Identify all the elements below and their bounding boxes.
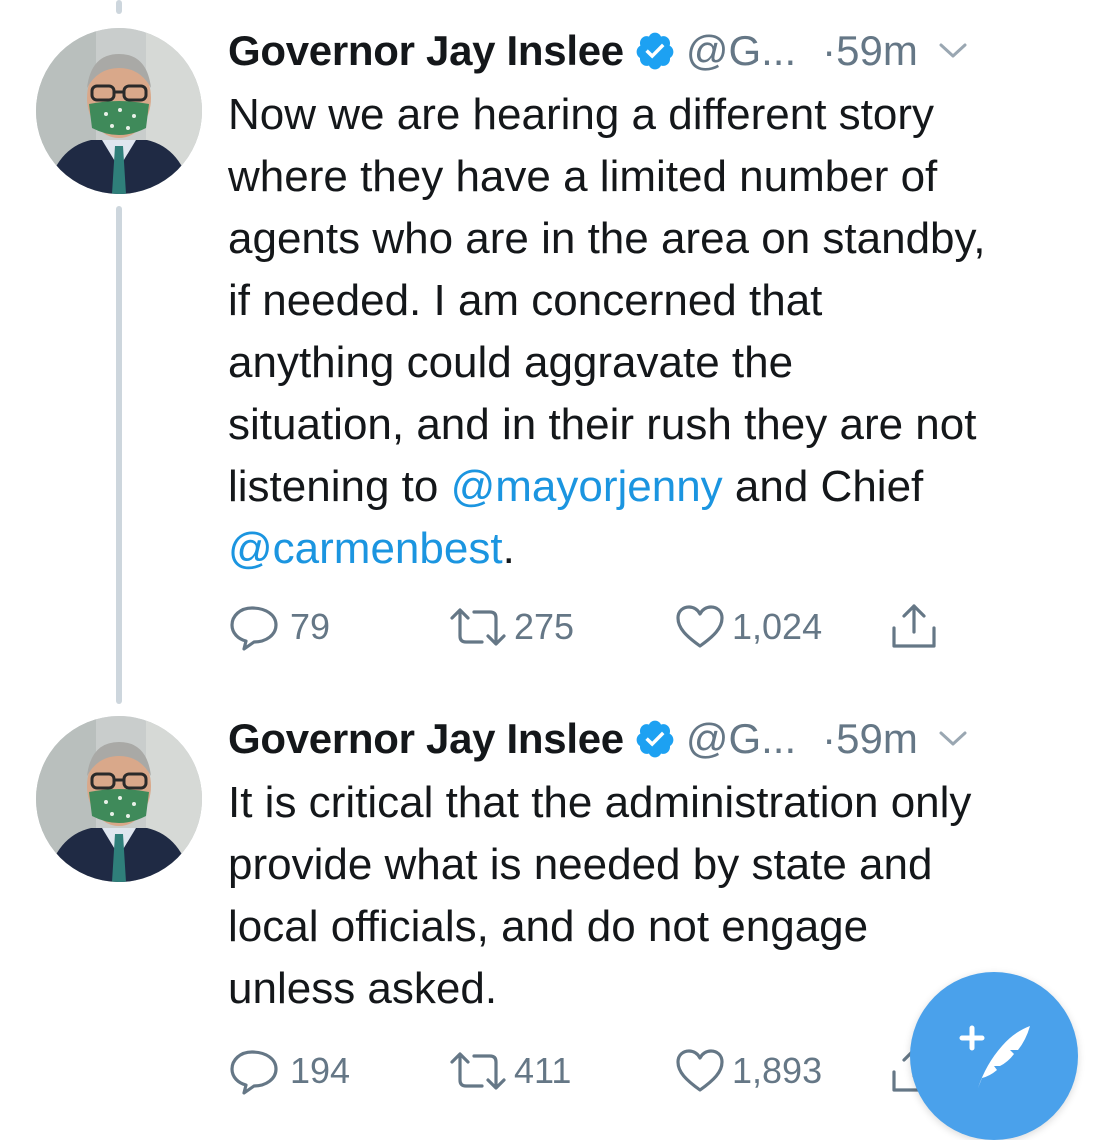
- tweet-text-segment: listening to: [228, 462, 451, 511]
- tweet-text-line: @carmenbest.: [228, 518, 1088, 580]
- author-handle[interactable]: @G...: [686, 27, 796, 75]
- tweet-text-line: It is critical that the administration o…: [228, 772, 1088, 834]
- reply-button[interactable]: 79: [228, 602, 330, 652]
- like-button[interactable]: 1,024: [674, 602, 822, 652]
- like-count: 1,024: [732, 606, 823, 647]
- heart-icon: [676, 1049, 724, 1092]
- mention-link[interactable]: @mayorjenny: [451, 462, 723, 511]
- author-name[interactable]: Governor Jay Inslee: [228, 27, 624, 75]
- speech-bubble-icon: [230, 1050, 278, 1095]
- tweet-text-segment: unless asked.: [228, 964, 498, 1013]
- author-handle[interactable]: @G...: [686, 715, 796, 763]
- reply-button[interactable]: 194: [228, 1046, 350, 1096]
- verified-badge-icon: [636, 720, 674, 758]
- compose-tweet-button[interactable]: [910, 972, 1078, 1140]
- reply-count: 79: [290, 606, 331, 647]
- tweet-text-line: agents who are in the area on standby,: [228, 208, 1088, 270]
- retweet-count: 411: [514, 1050, 572, 1091]
- thread-line-connector: [116, 206, 122, 704]
- retweet-arrows-icon: [450, 1052, 506, 1090]
- tweet-actions: 194 411 1,893: [228, 1046, 988, 1096]
- retweet-button[interactable]: 275: [448, 602, 574, 652]
- tweet-text-segment: It is critical that the administration o…: [228, 778, 972, 827]
- heart-icon: [676, 605, 724, 648]
- avatar[interactable]: [36, 28, 202, 194]
- tweet-text-line: where they have a limited number of: [228, 146, 1088, 208]
- share-upload-icon: [892, 604, 936, 648]
- verified-badge-icon: [636, 32, 674, 70]
- tweet-text-segment: provide what is needed by state and: [228, 840, 933, 889]
- tweet-text-segment: if needed. I am concerned that: [228, 276, 823, 325]
- tweet-text-line: local officials, and do not engage: [228, 896, 1088, 958]
- thread-line-top: [116, 0, 122, 14]
- speech-bubble-icon: [230, 606, 278, 651]
- tweet-timestamp[interactable]: ·59m: [822, 715, 918, 763]
- mention-link[interactable]: @carmenbest: [228, 524, 503, 573]
- tweet-text-segment: where they have a limited number of: [228, 152, 938, 201]
- tweet-text-segment: Now we are hearing a different story: [228, 90, 934, 139]
- tweet-text-line: provide what is needed by state and: [228, 834, 1088, 896]
- tweet-header: Governor Jay Inslee @G... ·59m: [228, 708, 1088, 770]
- chevron-down-icon[interactable]: [938, 41, 968, 61]
- tweet-text-segment: local officials, and do not engage: [228, 902, 869, 951]
- compose-feather-plus-icon: [959, 1025, 1030, 1088]
- tweet-text-line: situation, and in their rush they are no…: [228, 394, 1088, 456]
- tweet-text-line: anything could aggravate the: [228, 332, 1088, 394]
- author-name[interactable]: Governor Jay Inslee: [228, 715, 624, 763]
- tweet-text: Now we are hearing a different story wher…: [228, 84, 1088, 580]
- retweet-button[interactable]: 411: [448, 1046, 571, 1096]
- tweet-actions: 79 275 1,024: [228, 602, 988, 652]
- tweet-text-segment: agents who are in the area on standby,: [228, 214, 986, 263]
- like-button[interactable]: 1,893: [674, 1046, 822, 1096]
- tweet-text-line: Now we are hearing a different story: [228, 84, 1088, 146]
- like-count: 1,893: [732, 1050, 823, 1091]
- tweet-text-segment: situation, and in their rush they are no…: [228, 400, 977, 449]
- chevron-down-icon[interactable]: [938, 729, 968, 749]
- reply-count: 194: [290, 1050, 351, 1091]
- tweet-header: Governor Jay Inslee @G... ·59m: [228, 20, 1088, 82]
- tweet-text-line: listening to @mayorjenny and Chief: [228, 456, 1088, 518]
- tweet-text-segment: anything could aggravate the: [228, 338, 794, 387]
- avatar[interactable]: [36, 716, 202, 882]
- share-button[interactable]: [888, 602, 946, 652]
- tweet-text-segment: .: [502, 524, 515, 573]
- retweet-arrows-icon: [450, 608, 506, 646]
- tweet-text-line: if needed. I am concerned that: [228, 270, 1088, 332]
- retweet-count: 275: [514, 606, 575, 647]
- tweet-text-segment: and Chief: [722, 462, 924, 511]
- tweet-timestamp[interactable]: ·59m: [822, 27, 918, 75]
